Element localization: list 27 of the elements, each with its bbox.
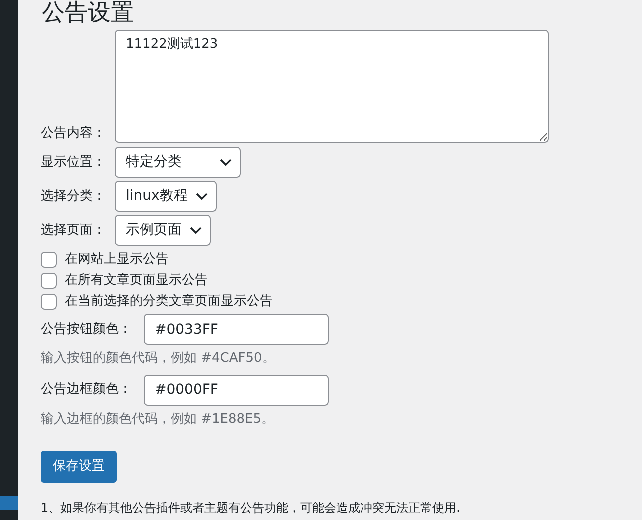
field-label: 显示位置： bbox=[41, 154, 107, 172]
field-label: 选择分类： bbox=[41, 188, 107, 206]
field-label: 公告内容： bbox=[41, 124, 107, 142]
content-field[interactable]: 11122测试123 bbox=[115, 30, 549, 143]
color-field[interactable]: #0033FF bbox=[144, 314, 329, 345]
select-dropdown[interactable]: linux教程 bbox=[115, 181, 217, 212]
checkbox-label: 在网站上显示公告 bbox=[65, 250, 169, 269]
checkbox[interactable] bbox=[41, 272, 57, 288]
select-dropdown[interactable]: 示例页面 bbox=[115, 215, 211, 246]
select-dropdown[interactable]: 特定分类 bbox=[115, 147, 241, 178]
field-label: 公告按钮颜色： bbox=[41, 320, 133, 339]
chevron-down-icon bbox=[196, 192, 208, 200]
chevron-down-icon bbox=[190, 226, 202, 234]
page-title: 公告设置 bbox=[42, 0, 135, 27]
hint-text: 输入按钮的颜色代码，例如 #4CAF50。 bbox=[41, 350, 276, 368]
checkbox-label: 在当前选择的分类文章页面显示公告 bbox=[65, 292, 273, 311]
checkbox-label: 在所有文章页面显示公告 bbox=[65, 272, 208, 290]
save-button[interactable]: 保存设置 bbox=[41, 451, 117, 483]
note-text: 1、如果你有其他公告插件或者主题有公告功能，可能会造成冲突无法正常使用. bbox=[41, 500, 462, 517]
field-label: 选择页面： bbox=[41, 222, 107, 240]
checkbox[interactable] bbox=[41, 252, 57, 268]
hint-text: 输入边框的颜色代码，例如 #1E88E5。 bbox=[41, 410, 276, 428]
checkbox[interactable] bbox=[41, 294, 57, 310]
chevron-down-icon bbox=[220, 158, 232, 166]
color-field[interactable]: #0000FF bbox=[144, 374, 329, 406]
field-label: 公告边框颜色： bbox=[41, 381, 133, 400]
active-menu-marker bbox=[0, 496, 18, 510]
